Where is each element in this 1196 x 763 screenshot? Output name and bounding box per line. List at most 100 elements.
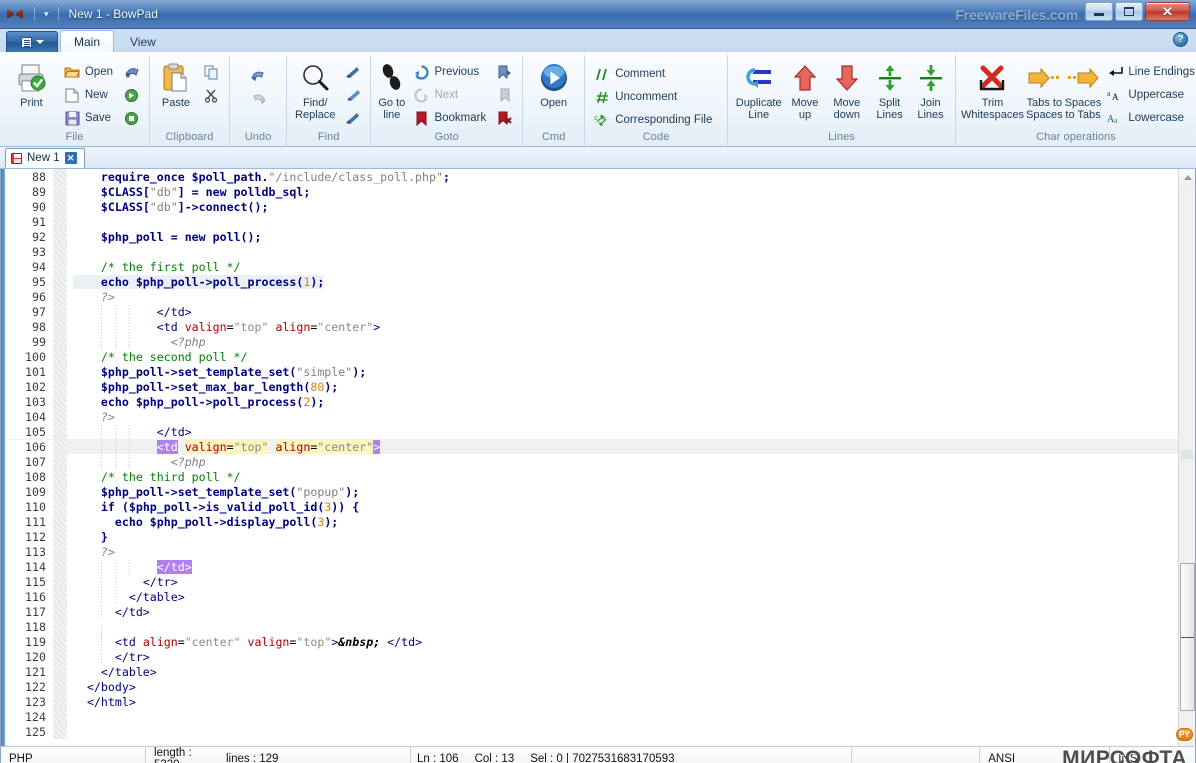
code-line[interactable]: 90 $CLASS["db"]->connect(); xyxy=(5,199,1178,214)
goto-line-button[interactable]: Go to line xyxy=(376,58,407,121)
maximize-button[interactable] xyxy=(1115,2,1143,21)
fold-margin[interactable] xyxy=(53,454,67,469)
fold-margin[interactable] xyxy=(53,439,67,454)
code-line[interactable]: 98 <td valign="top" align="center"> xyxy=(5,319,1178,335)
find-previous-button[interactable] xyxy=(340,61,365,83)
code-line[interactable]: 119 <td align="center" valign="top">&nbs… xyxy=(5,634,1178,650)
code-line[interactable]: 123 </html> xyxy=(5,694,1178,709)
code-line[interactable]: 118 xyxy=(5,619,1178,642)
vertical-scrollbar[interactable]: PY xyxy=(1176,169,1195,746)
code-line[interactable]: 108 /* the third poll */ xyxy=(5,469,1178,484)
save-as-button[interactable] xyxy=(119,107,144,129)
tab-view[interactable]: View xyxy=(116,30,170,52)
fold-margin[interactable] xyxy=(53,634,67,649)
quick-access-toolbar-dropdown[interactable]: ▾ xyxy=(41,9,52,20)
bookmark-button[interactable]: Bookmark xyxy=(409,107,490,129)
cmd-open-button[interactable]: Open xyxy=(528,58,579,111)
fold-margin[interactable] xyxy=(53,394,67,409)
comment-button[interactable]: Comment xyxy=(590,63,716,85)
uppercase-button[interactable]: aA Uppercase xyxy=(1103,84,1196,106)
code-line[interactable]: 92 $php_poll = new poll(); xyxy=(5,229,1178,244)
fold-margin[interactable] xyxy=(53,664,67,679)
document-tab-new1[interactable]: New 1 ✕ xyxy=(5,148,85,168)
fold-margin[interactable] xyxy=(53,484,67,499)
close-tab-icon[interactable]: ✕ xyxy=(64,152,77,164)
code-line[interactable]: 105 </td> xyxy=(5,424,1178,440)
fold-margin[interactable] xyxy=(53,469,67,484)
code-line[interactable]: 91 xyxy=(5,214,1178,229)
help-icon[interactable]: ? xyxy=(1173,32,1188,47)
cut-button[interactable] xyxy=(199,84,224,106)
fold-margin[interactable] xyxy=(53,694,67,709)
fold-margin[interactable] xyxy=(53,604,67,619)
fold-margin[interactable] xyxy=(53,709,67,724)
fold-margin[interactable] xyxy=(53,304,67,319)
fold-margin[interactable] xyxy=(53,574,67,589)
spaces-to-tabs-button[interactable]: Spaces to Tabs xyxy=(1065,58,1101,121)
fold-margin[interactable] xyxy=(53,409,67,424)
code-line[interactable]: 125 xyxy=(5,724,1178,739)
code-line[interactable]: 117 </td> xyxy=(5,604,1178,620)
code-line[interactable]: 93 xyxy=(5,244,1178,259)
code-line[interactable]: 109 $php_poll->set_template_set("popup")… xyxy=(5,484,1178,499)
code-line[interactable]: 96 ?> xyxy=(5,289,1178,304)
minimize-button[interactable] xyxy=(1085,2,1113,21)
fold-margin[interactable] xyxy=(53,364,67,379)
bookmark-next-button[interactable] xyxy=(492,61,517,83)
code-line[interactable]: 122 </body> xyxy=(5,679,1178,694)
join-lines-button[interactable]: Join Lines xyxy=(911,58,950,121)
copy-button[interactable] xyxy=(199,61,224,83)
fold-margin[interactable] xyxy=(53,349,67,364)
next-bookmark-button[interactable]: Next xyxy=(409,84,490,106)
print-button[interactable]: Print xyxy=(5,58,58,111)
code-line[interactable]: 100 /* the second poll */ xyxy=(5,349,1178,364)
code-line[interactable]: 106 <td valign="top" align="center"> xyxy=(5,439,1178,455)
fold-margin[interactable] xyxy=(53,424,67,439)
move-down-button[interactable]: Move down xyxy=(826,58,869,121)
tab-main[interactable]: Main xyxy=(60,30,115,52)
code-area[interactable]: 88 require_once $poll_path."/include/cla… xyxy=(5,169,1178,746)
fold-margin[interactable] xyxy=(53,289,67,304)
reload-button[interactable] xyxy=(119,84,144,106)
fold-margin[interactable] xyxy=(53,514,67,529)
duplicate-line-button[interactable]: Duplicate Line xyxy=(733,58,784,121)
fold-margin[interactable] xyxy=(53,649,67,664)
code-line[interactable]: 104 ?> xyxy=(5,409,1178,424)
code-line[interactable]: 95 echo $php_poll->poll_process(1); xyxy=(5,274,1178,289)
find-clear-button[interactable] xyxy=(340,107,365,129)
trim-whitespaces-button[interactable]: Trim Whitespaces xyxy=(961,58,1024,121)
fold-margin[interactable] xyxy=(53,184,67,199)
status-language[interactable]: PHP xyxy=(1,746,146,763)
uncomment-button[interactable]: Uncomment xyxy=(590,86,716,108)
bookmark-delete-button[interactable] xyxy=(492,107,517,129)
scroll-up-button[interactable] xyxy=(1179,169,1195,186)
code-line[interactable]: 111 echo $php_poll->display_poll(3); xyxy=(5,514,1178,529)
code-line[interactable]: 103 echo $php_poll->poll_process(2); xyxy=(5,394,1178,409)
code-line[interactable]: 124 xyxy=(5,709,1178,724)
code-line[interactable]: 94 /* the first poll */ xyxy=(5,259,1178,274)
fold-margin[interactable] xyxy=(53,169,67,184)
save-button[interactable]: Save xyxy=(60,107,117,129)
open-button[interactable]: Open xyxy=(60,61,117,83)
close-button[interactable]: ✕ xyxy=(1145,2,1190,21)
save-all-button[interactable] xyxy=(119,61,144,83)
corresponding-file-button[interactable]: c h Corresponding File xyxy=(590,109,716,131)
fold-margin[interactable] xyxy=(53,619,67,634)
code-line[interactable]: 121 </table> xyxy=(5,664,1178,679)
fold-margin[interactable] xyxy=(53,319,67,334)
new-button[interactable]: New xyxy=(60,84,117,106)
code-line[interactable]: 113 ?> xyxy=(5,544,1178,559)
fold-margin[interactable] xyxy=(53,379,67,394)
fold-margin[interactable] xyxy=(53,679,67,694)
code-line[interactable]: 114 </td> xyxy=(5,559,1178,575)
fold-margin[interactable] xyxy=(53,499,67,514)
fold-margin[interactable] xyxy=(53,724,67,739)
bookmark-prev-button[interactable] xyxy=(492,84,517,106)
code-line[interactable]: 110 if ($php_poll->is_valid_poll_id(3)) … xyxy=(5,499,1178,514)
undo-button[interactable] xyxy=(246,64,271,86)
previous-bookmark-button[interactable]: Previous xyxy=(409,61,490,83)
fold-margin[interactable] xyxy=(53,529,67,544)
language-badge[interactable]: PY xyxy=(1176,728,1193,741)
fold-margin[interactable] xyxy=(53,274,67,289)
fold-margin[interactable] xyxy=(53,589,67,604)
